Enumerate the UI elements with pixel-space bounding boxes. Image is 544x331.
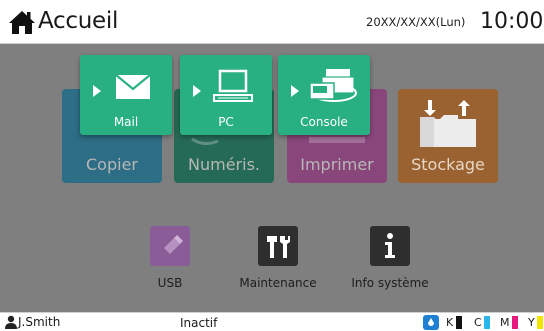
page-title: Accueil	[38, 8, 119, 34]
scan-label: Numéris.	[188, 155, 260, 174]
info-tile[interactable]	[370, 226, 410, 266]
envelope-icon	[115, 74, 151, 99]
print-label: Imprimer	[300, 155, 374, 174]
pc-label: PC	[218, 115, 234, 129]
play-arrow-icon	[93, 85, 101, 97]
info-icon	[385, 233, 395, 258]
ink-c-label: C	[474, 316, 482, 329]
scan-pc-button[interactable]: PC	[180, 55, 272, 135]
usb-icon	[164, 235, 183, 254]
status-bar: J.Smith Inactif K C M Y	[0, 312, 544, 331]
home-main-area: Copier Numéris. Imprimer Stockage Mail P…	[0, 44, 544, 312]
console-label: Console	[300, 115, 348, 129]
machine-status: Inactif	[180, 316, 218, 330]
storage-label: Stockage	[411, 155, 485, 174]
copy-label: Copier	[86, 155, 138, 174]
computer-icon	[213, 69, 253, 102]
mail-label: Mail	[113, 115, 139, 129]
ink-m-bar	[512, 316, 518, 329]
storage-folder-icon	[420, 100, 476, 147]
ink-c-bar	[484, 316, 490, 329]
usb-tile[interactable]	[150, 226, 190, 266]
usb-label: USB	[157, 276, 183, 290]
ink-level-icon[interactable]	[423, 315, 439, 330]
console-icon	[309, 69, 357, 102]
ink-y-label: Y	[528, 316, 535, 329]
play-arrow-icon	[291, 85, 299, 97]
header-bar: Accueil 20XX/XX/XX(Lun) 10:00	[0, 0, 544, 44]
ink-k-bar	[456, 316, 462, 329]
time-display: 10:00	[480, 9, 544, 34]
scan-mail-button[interactable]: Mail	[80, 55, 172, 135]
play-arrow-icon	[193, 85, 201, 97]
home-icon[interactable]	[8, 9, 36, 35]
maintenance-icon	[267, 236, 290, 258]
ink-k-label: K	[446, 316, 454, 329]
scan-console-button[interactable]: Console	[278, 55, 370, 135]
user-icon	[5, 315, 17, 329]
info-system-label: Info système	[351, 276, 429, 290]
ink-m-label: M	[500, 316, 510, 329]
user-name[interactable]: J.Smith	[18, 315, 60, 329]
maintenance-tile[interactable]	[258, 226, 298, 266]
maintenance-label: Maintenance	[239, 276, 317, 290]
date-display: 20XX/XX/XX(Lun)	[366, 15, 466, 29]
storage-tile[interactable]: Stockage	[398, 89, 498, 183]
ink-y-bar	[537, 316, 543, 329]
